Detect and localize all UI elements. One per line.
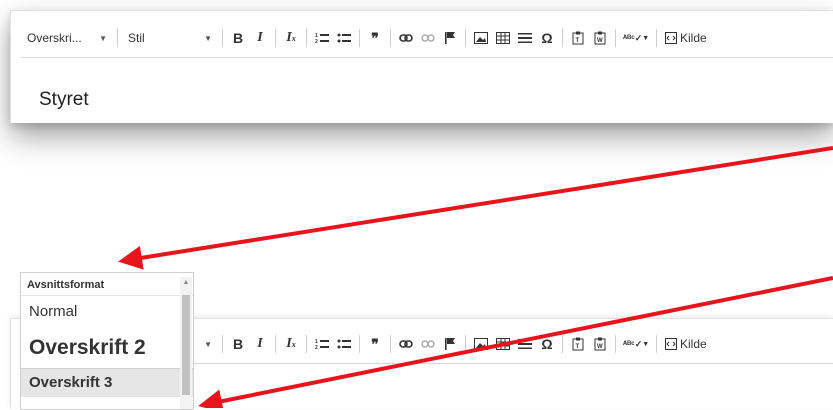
italic-icon[interactable]: I (249, 332, 271, 356)
toolbar-separator (562, 335, 563, 353)
scroll-up-arrow-icon[interactable]: ▲ (180, 277, 192, 289)
toolbar-separator (656, 335, 657, 353)
svg-text:2: 2 (315, 39, 318, 44)
anchor-flag-icon[interactable] (439, 332, 461, 356)
table-icon[interactable] (492, 26, 514, 50)
link-icon[interactable] (395, 332, 417, 356)
dropdown-header: Avsnittsformat (21, 273, 193, 296)
chevron-down-icon: ▼ (204, 33, 212, 43)
toolbar-separator (306, 335, 307, 353)
special-char-icon[interactable]: Ω (536, 332, 558, 356)
toolbar-separator (222, 335, 223, 353)
svg-text:2: 2 (315, 345, 318, 350)
toolbar-separator (615, 29, 616, 47)
paste-word-icon[interactable]: W (589, 26, 611, 50)
chevron-down-icon: ▼ (99, 33, 107, 43)
editor-toolbar: Overskri... ▼ Stil ▼ B I Ix 12 ❞ (21, 19, 833, 58)
format-dropdown: Avsnittsformat Normal Overskrift 2 Overs… (20, 272, 194, 410)
svg-text:T: T (576, 344, 580, 350)
unlink-icon[interactable] (417, 26, 439, 50)
numbered-list-icon[interactable]: 12 (311, 332, 333, 356)
paste-text-icon[interactable]: T (567, 26, 589, 50)
chevron-down-icon: ▼ (204, 339, 212, 349)
toolbar-separator (615, 335, 616, 353)
paste-text-icon[interactable]: T (567, 332, 589, 356)
blockquote-icon[interactable]: ❞ (364, 26, 386, 50)
dropdown-scrollbar[interactable]: ▲ (180, 277, 192, 409)
spellcheck-icon[interactable]: ᴬᴮᶜ✓ ▼ (620, 26, 652, 50)
toolbar-separator (275, 29, 276, 47)
paste-word-icon[interactable]: W (589, 332, 611, 356)
horizontal-line-icon[interactable] (514, 26, 536, 50)
style-combo[interactable]: Stil ▼ (122, 25, 218, 51)
blockquote-icon[interactable]: ❞ (364, 332, 386, 356)
toolbar-separator (656, 29, 657, 47)
source-button[interactable]: Kilde (661, 337, 711, 351)
source-label: Kilde (680, 31, 707, 45)
table-icon[interactable] (492, 332, 514, 356)
toolbar-separator (562, 29, 563, 47)
editor-content-text[interactable]: Styret (39, 89, 89, 111)
link-icon[interactable] (395, 26, 417, 50)
style-combo-value: Stil (128, 31, 145, 45)
source-icon (665, 32, 677, 44)
toolbar-separator (390, 335, 391, 353)
numbered-list-icon[interactable]: 12 (311, 26, 333, 50)
source-icon (665, 338, 677, 350)
anchor-flag-icon[interactable] (439, 26, 461, 50)
editor-panel-top: Overskri... ▼ Stil ▼ B I Ix 12 ❞ Ω T W ᴬ… (10, 10, 833, 123)
dropdown-item-normal[interactable]: Normal (21, 296, 193, 328)
bulleted-list-icon[interactable] (333, 26, 355, 50)
toolbar-separator (222, 29, 223, 47)
format-combo-value: Overskri... (27, 31, 82, 45)
toolbar-separator (359, 335, 360, 353)
scrollbar-thumb[interactable] (182, 295, 190, 395)
spellcheck-icon[interactable]: ᴬᴮᶜ✓ ▼ (620, 332, 652, 356)
remove-format-icon[interactable]: Ix (280, 26, 302, 50)
image-icon[interactable] (470, 332, 492, 356)
dropdown-item-heading-2[interactable]: Overskrift 2 (21, 328, 193, 368)
format-combo[interactable]: Overskri... ▼ (21, 25, 113, 51)
dropdown-item-heading-3[interactable]: Overskrift 3 (21, 368, 193, 397)
toolbar-separator (465, 29, 466, 47)
toolbar-separator (117, 29, 118, 47)
svg-text:W: W (597, 38, 603, 44)
image-icon[interactable] (470, 26, 492, 50)
italic-icon[interactable]: I (249, 26, 271, 50)
toolbar-separator (275, 335, 276, 353)
unlink-icon[interactable] (417, 332, 439, 356)
remove-format-icon[interactable]: Ix (280, 332, 302, 356)
special-char-icon[interactable]: Ω (536, 26, 558, 50)
toolbar-separator (306, 29, 307, 47)
source-label: Kilde (680, 337, 707, 351)
bold-icon[interactable]: B (227, 26, 249, 50)
toolbar-separator (390, 29, 391, 47)
horizontal-line-icon[interactable] (514, 332, 536, 356)
annotation-arrow-to-format-combo (118, 146, 833, 270)
svg-text:T: T (576, 38, 580, 44)
toolbar-separator (465, 335, 466, 353)
bulleted-list-icon[interactable] (333, 332, 355, 356)
source-button[interactable]: Kilde (661, 31, 711, 45)
toolbar-separator (359, 29, 360, 47)
svg-text:W: W (597, 344, 603, 350)
bold-icon[interactable]: B (227, 332, 249, 356)
